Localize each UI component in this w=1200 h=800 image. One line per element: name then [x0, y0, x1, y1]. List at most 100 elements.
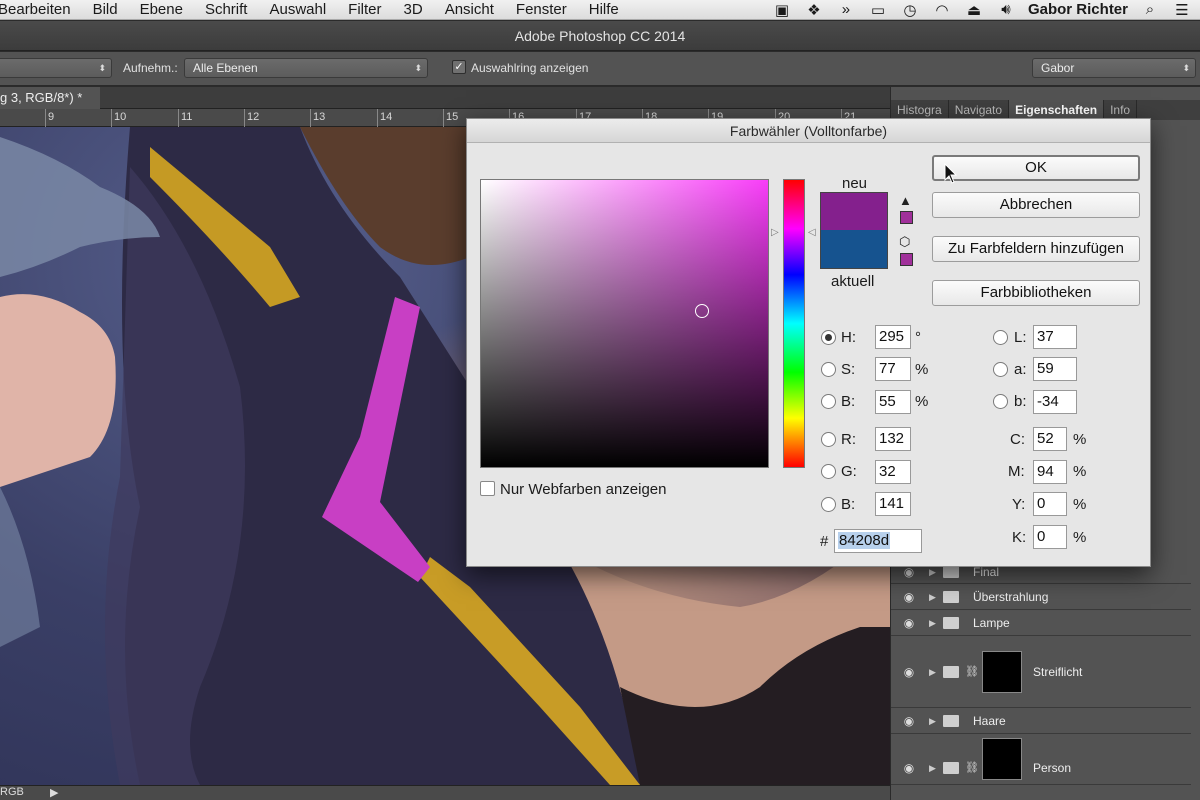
- eye-icon[interactable]: ◉: [900, 616, 918, 630]
- hue-slider-right-arrow-icon[interactable]: ◁: [808, 227, 816, 238]
- menubar-tray: ▣ ❖ » ▭ ◷ ◠ ⏏ 🔊︎ Gabor Richter ⌕ ☰: [772, 1, 1200, 19]
- status-arrow-icon[interactable]: ▶: [50, 786, 58, 799]
- eye-icon[interactable]: ◉: [900, 665, 918, 679]
- hue-slider-left-arrow-icon[interactable]: ▷: [771, 227, 779, 238]
- time-machine-icon[interactable]: ◷: [900, 1, 920, 19]
- radio-lab-b[interactable]: [993, 394, 1008, 409]
- layer-row[interactable]: ◉ ▶ ⛓ Person: [891, 735, 1191, 785]
- h-field[interactable]: 295: [875, 325, 911, 349]
- radio-s[interactable]: [821, 362, 836, 377]
- expand-triangle-icon[interactable]: ▶: [929, 667, 936, 678]
- menu-ansicht[interactable]: Ansicht: [434, 1, 505, 18]
- layer-row[interactable]: ◉ ▶ ⛓ Streiflicht: [891, 637, 1191, 708]
- document-tab[interactable]: g 3, RGB/8*) *: [0, 87, 100, 109]
- web-colors-checkbox[interactable]: [480, 481, 495, 496]
- tab-properties[interactable]: Eigenschaften: [1009, 100, 1105, 120]
- gamut-warning-icon[interactable]: ▲: [899, 193, 912, 208]
- s-field[interactable]: 77: [875, 357, 911, 381]
- web-safe-swatch[interactable]: [900, 253, 913, 266]
- layer-mask-thumbnail[interactable]: [982, 651, 1022, 693]
- tab-navigator[interactable]: Navigato: [949, 100, 1010, 120]
- current-color-swatch[interactable]: [820, 230, 888, 269]
- eject-icon[interactable]: ⏏: [964, 1, 984, 19]
- expand-triangle-icon[interactable]: ▶: [929, 716, 936, 727]
- eye-icon[interactable]: ◉: [900, 590, 918, 604]
- workspace-dropdown[interactable]: Gabor ⬍: [1032, 58, 1196, 78]
- cancel-button[interactable]: Abbrechen: [932, 192, 1140, 218]
- brightness-unit: %: [915, 393, 929, 410]
- expand-triangle-icon[interactable]: ▶: [929, 763, 936, 774]
- radio-r[interactable]: [821, 432, 836, 447]
- menu-schrift[interactable]: Schrift: [194, 1, 259, 18]
- expand-triangle-icon[interactable]: ▶: [929, 618, 936, 629]
- eye-icon[interactable]: ◉: [900, 714, 918, 728]
- radio-blue[interactable]: [821, 497, 836, 512]
- radio-a[interactable]: [993, 362, 1008, 377]
- tab-histogram[interactable]: Histogra: [891, 100, 949, 120]
- hex-field[interactable]: 84208d: [834, 529, 922, 553]
- radio-g[interactable]: [821, 464, 836, 479]
- display-icon[interactable]: ▣: [772, 1, 792, 19]
- menu-ebene[interactable]: Ebene: [129, 1, 194, 18]
- airplay-icon[interactable]: ▭: [868, 1, 888, 19]
- user-name[interactable]: Gabor Richter: [1028, 1, 1128, 18]
- radio-l[interactable]: [993, 330, 1008, 345]
- radio-brightness[interactable]: [821, 394, 836, 409]
- sample-dropdown[interactable]: Alle Ebenen ⬍: [184, 58, 428, 78]
- menu-auswahl[interactable]: Auswahl: [258, 1, 337, 18]
- g-field[interactable]: 32: [875, 460, 911, 484]
- tool-preset-dropdown[interactable]: ⬍: [0, 58, 112, 78]
- hue-slider[interactable]: [783, 179, 805, 468]
- layer-row[interactable]: ◉ ▶ Überstrahlung: [891, 585, 1191, 610]
- show-ring-checkbox[interactable]: ✓: [452, 60, 466, 74]
- layer-name: Haare: [973, 714, 1006, 728]
- ruler-tick: 13: [313, 111, 326, 123]
- mouse-cursor-icon: [944, 163, 958, 184]
- saturation-brightness-field[interactable]: [480, 179, 769, 468]
- gamut-swatch[interactable]: [900, 211, 913, 224]
- layer-name: Person: [1033, 761, 1072, 775]
- folder-icon: [943, 666, 959, 678]
- menu-fenster[interactable]: Fenster: [505, 1, 578, 18]
- l-field[interactable]: 37: [1033, 325, 1077, 349]
- blue-label: B:: [841, 496, 856, 513]
- menu-bild[interactable]: Bild: [82, 1, 129, 18]
- k-field[interactable]: 0: [1033, 525, 1067, 549]
- layer-row[interactable]: ◉ ▶ Haare: [891, 709, 1191, 734]
- c-field[interactable]: 52: [1033, 427, 1067, 451]
- dropbox-icon[interactable]: ❖: [804, 1, 824, 19]
- expand-triangle-icon[interactable]: ▶: [929, 592, 936, 603]
- menu-bearbeiten[interactable]: Bearbeiten: [0, 1, 82, 18]
- layer-row[interactable]: ◉ ▶ Lampe: [891, 611, 1191, 636]
- expand-triangle-icon[interactable]: ▶: [929, 567, 936, 578]
- menu-3d[interactable]: 3D: [393, 1, 434, 18]
- status-bar: RGB ▶: [0, 785, 890, 800]
- eye-icon[interactable]: ◉: [900, 761, 918, 775]
- eye-icon[interactable]: ◉: [900, 565, 918, 579]
- spotlight-search-icon[interactable]: ⌕: [1140, 1, 1160, 18]
- wifi-icon[interactable]: ◠: [932, 1, 952, 19]
- tab-info[interactable]: Info: [1104, 100, 1138, 120]
- volume-icon[interactable]: 🔊︎: [996, 1, 1016, 18]
- r-field[interactable]: 132: [875, 427, 911, 451]
- menu-filter[interactable]: Filter: [337, 1, 392, 18]
- notification-list-icon[interactable]: ☰: [1172, 1, 1192, 19]
- blue-field[interactable]: 141: [875, 492, 911, 516]
- menu-hilfe[interactable]: Hilfe: [578, 1, 630, 18]
- ok-button[interactable]: OK: [932, 155, 1140, 181]
- color-libraries-button[interactable]: Farbbibliotheken: [932, 280, 1140, 306]
- a-field[interactable]: 59: [1033, 357, 1077, 381]
- add-to-swatches-button[interactable]: Zu Farbfeldern hinzufügen: [932, 236, 1140, 262]
- web-safe-cube-icon[interactable]: ⬡: [899, 234, 910, 250]
- brightness-field[interactable]: 55: [875, 390, 911, 414]
- m-field[interactable]: 94: [1033, 460, 1067, 484]
- color-field-cursor[interactable]: [695, 304, 709, 318]
- lab-b-field[interactable]: -34: [1033, 390, 1077, 414]
- ruler-line: [45, 109, 46, 127]
- y-field[interactable]: 0: [1033, 492, 1067, 516]
- layer-mask-thumbnail[interactable]: [982, 738, 1022, 780]
- dropdown-arrow-icon: ⬍: [414, 63, 422, 73]
- arrows-icon[interactable]: »: [836, 1, 856, 18]
- c-label: C:: [1010, 431, 1025, 448]
- radio-h[interactable]: [821, 330, 836, 345]
